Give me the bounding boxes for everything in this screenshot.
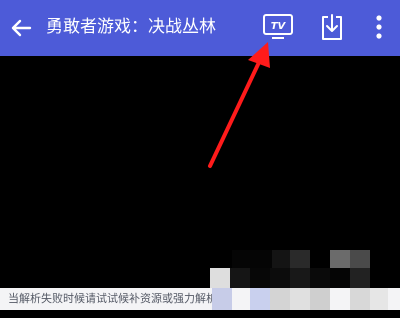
video-player[interactable] bbox=[0, 56, 400, 292]
parse-hint-bar: 当解析失败时候请试试候补资源或强力解析 bbox=[0, 288, 400, 310]
tv-cast-icon: TV bbox=[263, 14, 293, 39]
back-button[interactable] bbox=[6, 13, 36, 43]
page-title: 勇敢者游戏：决战丛林 bbox=[46, 17, 216, 37]
hint-mosaic bbox=[212, 288, 388, 310]
arrow-left-icon bbox=[11, 19, 32, 37]
app-bar: 勇敢者游戏：决战丛林 TV bbox=[0, 0, 400, 56]
download-icon bbox=[322, 14, 342, 40]
more-options-button[interactable] bbox=[372, 13, 386, 41]
download-button[interactable] bbox=[320, 12, 344, 42]
tv-cast-button[interactable]: TV bbox=[262, 12, 294, 42]
more-vert-icon bbox=[376, 15, 382, 39]
tv-label: TV bbox=[271, 21, 287, 32]
